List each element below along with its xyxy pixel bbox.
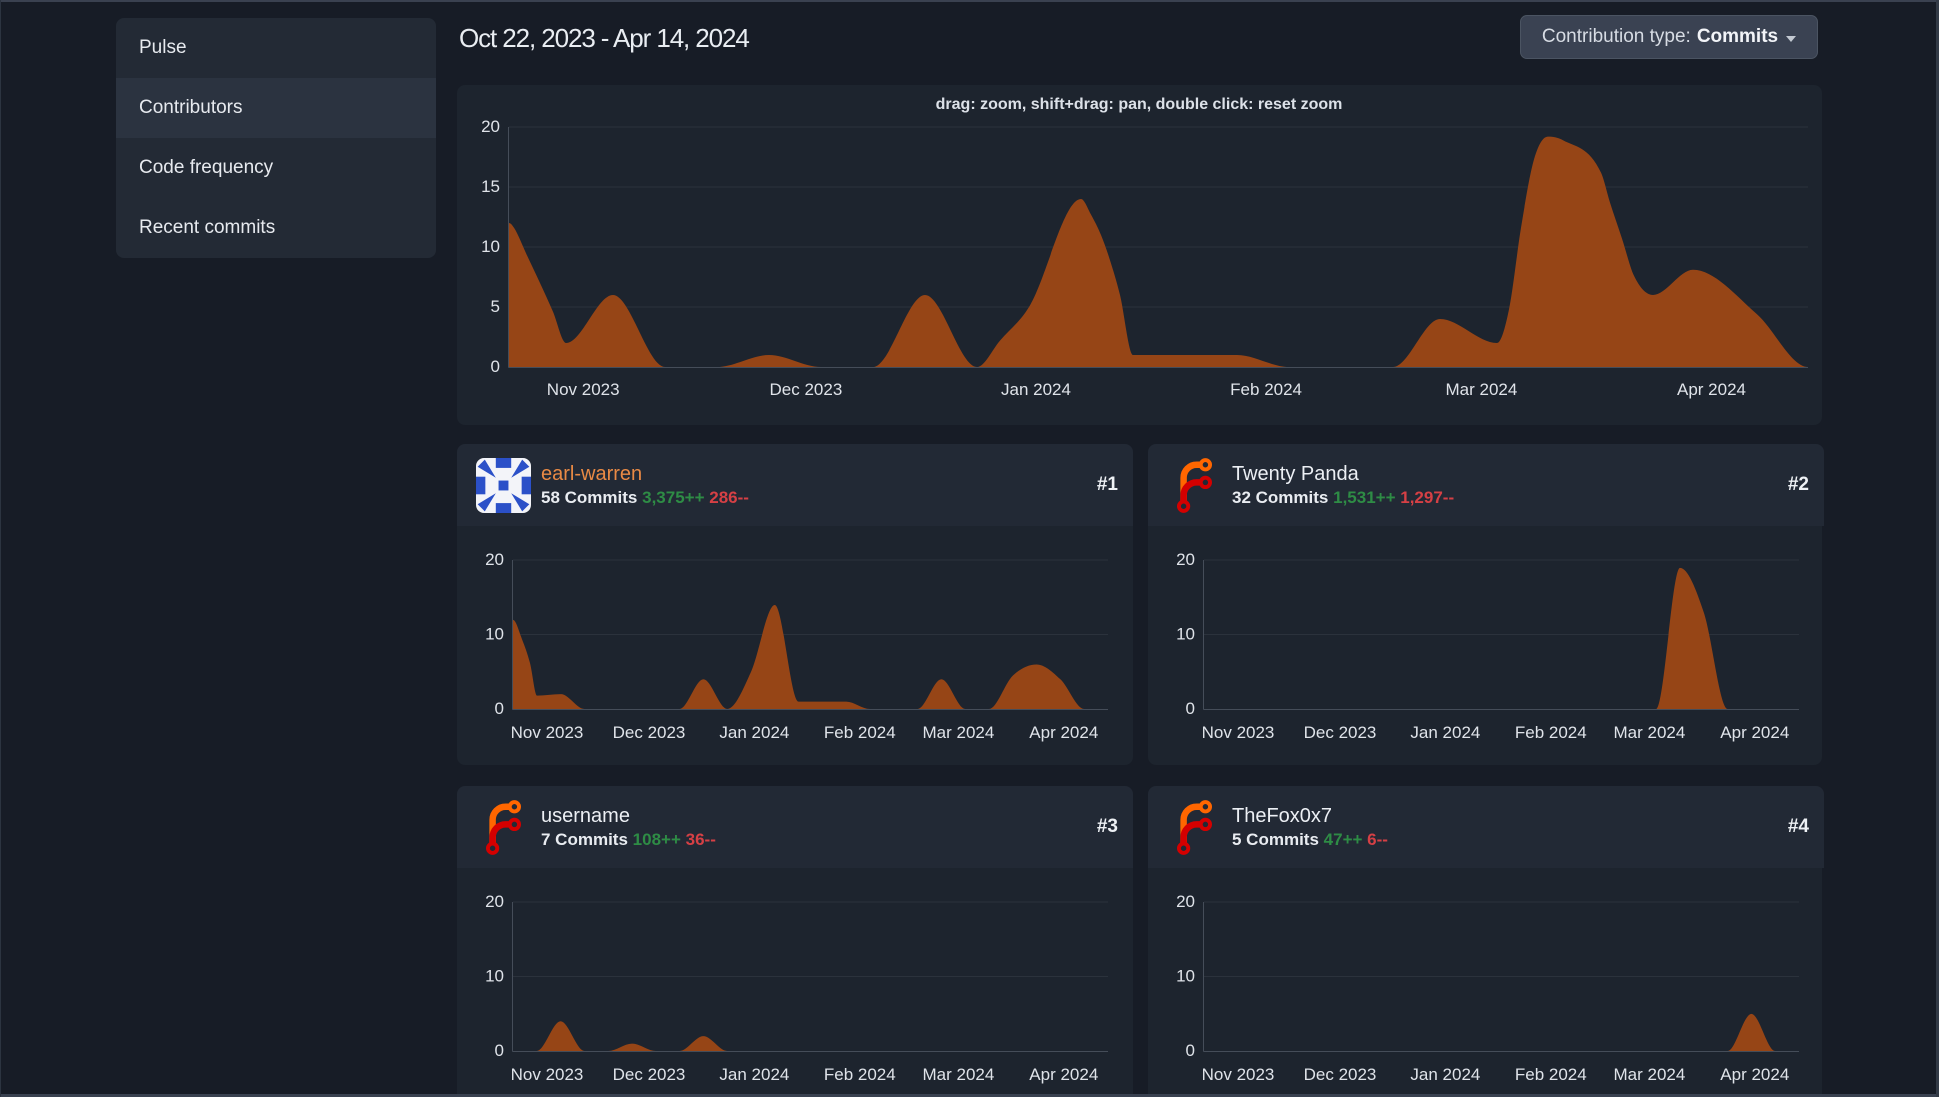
svg-text:0: 0 (491, 357, 500, 376)
svg-text:0: 0 (495, 1041, 504, 1060)
svg-text:Nov 2023: Nov 2023 (511, 1065, 584, 1084)
svg-text:20: 20 (485, 550, 504, 569)
svg-text:Jan 2024: Jan 2024 (1001, 380, 1071, 399)
svg-text:Apr 2024: Apr 2024 (1029, 1065, 1098, 1084)
svg-text:Jan 2024: Jan 2024 (1410, 723, 1480, 742)
svg-text:Apr 2024: Apr 2024 (1677, 380, 1746, 399)
svg-text:20: 20 (485, 892, 504, 911)
svg-text:Mar 2024: Mar 2024 (1613, 1065, 1685, 1084)
svg-text:0: 0 (495, 699, 504, 718)
svg-text:10: 10 (1176, 967, 1195, 986)
svg-text:Dec 2023: Dec 2023 (1304, 1065, 1377, 1084)
svg-text:Dec 2023: Dec 2023 (613, 723, 686, 742)
svg-text:20: 20 (1176, 892, 1195, 911)
svg-text:Jan 2024: Jan 2024 (719, 1065, 789, 1084)
svg-text:0: 0 (1186, 1041, 1195, 1060)
svg-text:Mar 2024: Mar 2024 (1613, 723, 1685, 742)
svg-text:10: 10 (1176, 625, 1195, 644)
svg-text:Feb 2024: Feb 2024 (824, 1065, 896, 1084)
svg-text:Apr 2024: Apr 2024 (1029, 723, 1098, 742)
svg-text:Mar 2024: Mar 2024 (922, 723, 994, 742)
svg-text:Dec 2023: Dec 2023 (613, 1065, 686, 1084)
svg-text:Nov 2023: Nov 2023 (511, 723, 584, 742)
svg-text:20: 20 (1176, 550, 1195, 569)
svg-text:Nov 2023: Nov 2023 (547, 380, 620, 399)
svg-text:Mar 2024: Mar 2024 (922, 1065, 994, 1084)
svg-text:10: 10 (485, 625, 504, 644)
svg-text:Feb 2024: Feb 2024 (824, 723, 896, 742)
svg-text:0: 0 (1186, 699, 1195, 718)
svg-text:Mar 2024: Mar 2024 (1445, 380, 1517, 399)
svg-text:Jan 2024: Jan 2024 (719, 723, 789, 742)
svg-text:Nov 2023: Nov 2023 (1202, 723, 1275, 742)
svg-text:20: 20 (481, 117, 500, 136)
svg-text:Feb 2024: Feb 2024 (1230, 380, 1302, 399)
svg-text:Apr 2024: Apr 2024 (1720, 723, 1789, 742)
svg-text:Feb 2024: Feb 2024 (1515, 723, 1587, 742)
svg-text:Jan 2024: Jan 2024 (1410, 1065, 1480, 1084)
svg-text:Nov 2023: Nov 2023 (1202, 1065, 1275, 1084)
svg-text:5: 5 (491, 297, 500, 316)
svg-text:15: 15 (481, 177, 500, 196)
svg-text:Feb 2024: Feb 2024 (1515, 1065, 1587, 1084)
svg-text:10: 10 (481, 237, 500, 256)
svg-text:Apr 2024: Apr 2024 (1720, 1065, 1789, 1084)
svg-text:Dec 2023: Dec 2023 (770, 380, 843, 399)
svg-text:10: 10 (485, 967, 504, 986)
svg-text:drag: zoom, shift+drag: pan, d: drag: zoom, shift+drag: pan, double clic… (936, 96, 1343, 113)
svg-text:Dec 2023: Dec 2023 (1304, 723, 1377, 742)
